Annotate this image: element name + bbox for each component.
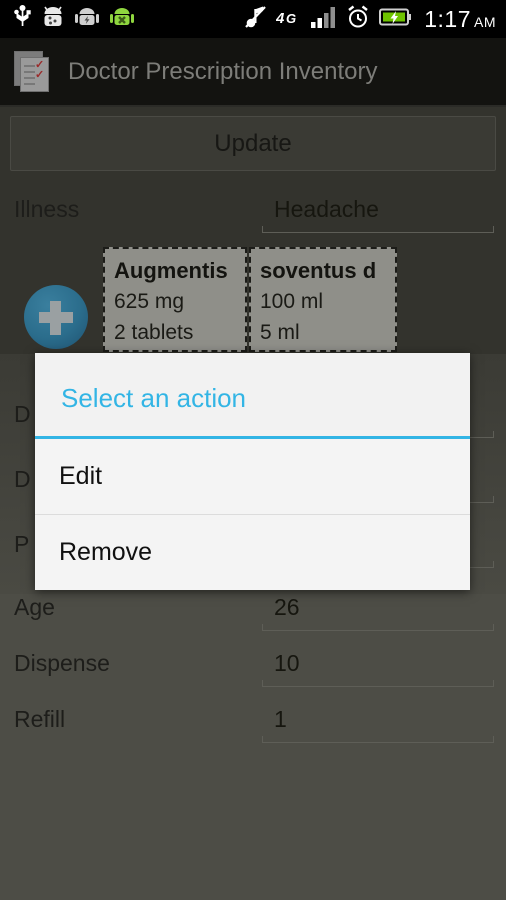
medicine-card[interactable]: soventus d 100 ml 5 ml [249, 247, 397, 352]
medicine-card[interactable]: Augmentis 625 mg 2 tablets [103, 247, 247, 352]
icon-line-4 [24, 82, 35, 85]
android-debug-icon [42, 5, 64, 34]
obscured-label-3: P [14, 531, 30, 557]
icon-line-3 [24, 76, 35, 79]
signal-bars-icon [311, 6, 337, 33]
alarm-icon [346, 5, 370, 34]
add-medicine-button[interactable] [24, 285, 88, 349]
icon-line-1 [24, 64, 35, 67]
status-right-icons: 4 G 1:17 AM [245, 5, 496, 34]
age-label: Age [14, 594, 55, 620]
dialog-item-remove[interactable]: Remove [35, 515, 470, 590]
form-row-illness: Illness Headache [0, 190, 506, 237]
status-left-icons [14, 4, 134, 34]
update-button[interactable]: Update [10, 116, 496, 171]
select-action-dialog: Select an action Edit Remove [35, 353, 470, 590]
refill-label: Refill [14, 706, 66, 732]
dispense-field[interactable]: 10 [262, 644, 494, 687]
phone-screen: 4 G 1:17 AM ✓ ✓ Doctor Prescription Inve… [0, 0, 506, 900]
clock-time: 1:17 [424, 5, 471, 32]
svg-text:G: G [286, 11, 296, 26]
dialog-title: Select an action [61, 383, 247, 413]
medicine-dose: 625 mg [114, 290, 185, 313]
form-row-age: Age 26 [0, 588, 506, 635]
obscured-label-2: D [14, 466, 31, 492]
dispense-label: Dispense [14, 650, 110, 676]
battery-charging-icon [379, 7, 412, 32]
medicine-quantity: 5 ml [260, 321, 300, 344]
page-title: Doctor Prescription Inventory [68, 57, 378, 85]
illness-field[interactable]: Headache [262, 190, 494, 233]
form-row-refill: Refill 1 [0, 700, 506, 747]
icon-line-2 [24, 70, 35, 73]
icon-check-2: ✓ [35, 68, 45, 81]
age-field[interactable]: 26 [262, 588, 494, 631]
usb-icon [14, 4, 31, 34]
obscured-label-1: D [14, 401, 31, 427]
medicine-quantity: 2 tablets [114, 321, 194, 344]
android-sync-icon [75, 5, 99, 34]
refill-value: 1 [274, 706, 287, 732]
network-4g-icon: 4 G [275, 7, 302, 32]
medicine-name: Augmentis [114, 258, 228, 283]
illness-value: Headache [274, 196, 379, 222]
illness-label: Illness [14, 196, 80, 222]
svg-text:4: 4 [276, 10, 285, 27]
status-bar: 4 G 1:17 AM [0, 0, 506, 38]
form-row-dispense: Dispense 10 [0, 644, 506, 691]
plus-icon-vertical [50, 301, 61, 335]
clock-ampm: AM [474, 13, 496, 30]
prescription-checklist-icon: ✓ ✓ [14, 50, 54, 93]
action-bar: ✓ ✓ Doctor Prescription Inventory [0, 38, 506, 105]
mute-icon [245, 5, 267, 34]
android-error-icon [110, 5, 134, 34]
medicine-strip: Augmentis 625 mg 2 tablets soventus d 10… [0, 236, 506, 354]
medicine-name: soventus d [260, 258, 377, 283]
dispense-value: 10 [274, 650, 300, 676]
status-clock: 1:17 AM [424, 6, 496, 33]
medicine-dose: 100 ml [260, 290, 324, 313]
dialog-item-edit[interactable]: Edit [35, 439, 470, 514]
age-value: 26 [274, 594, 300, 620]
refill-field[interactable]: 1 [262, 700, 494, 743]
